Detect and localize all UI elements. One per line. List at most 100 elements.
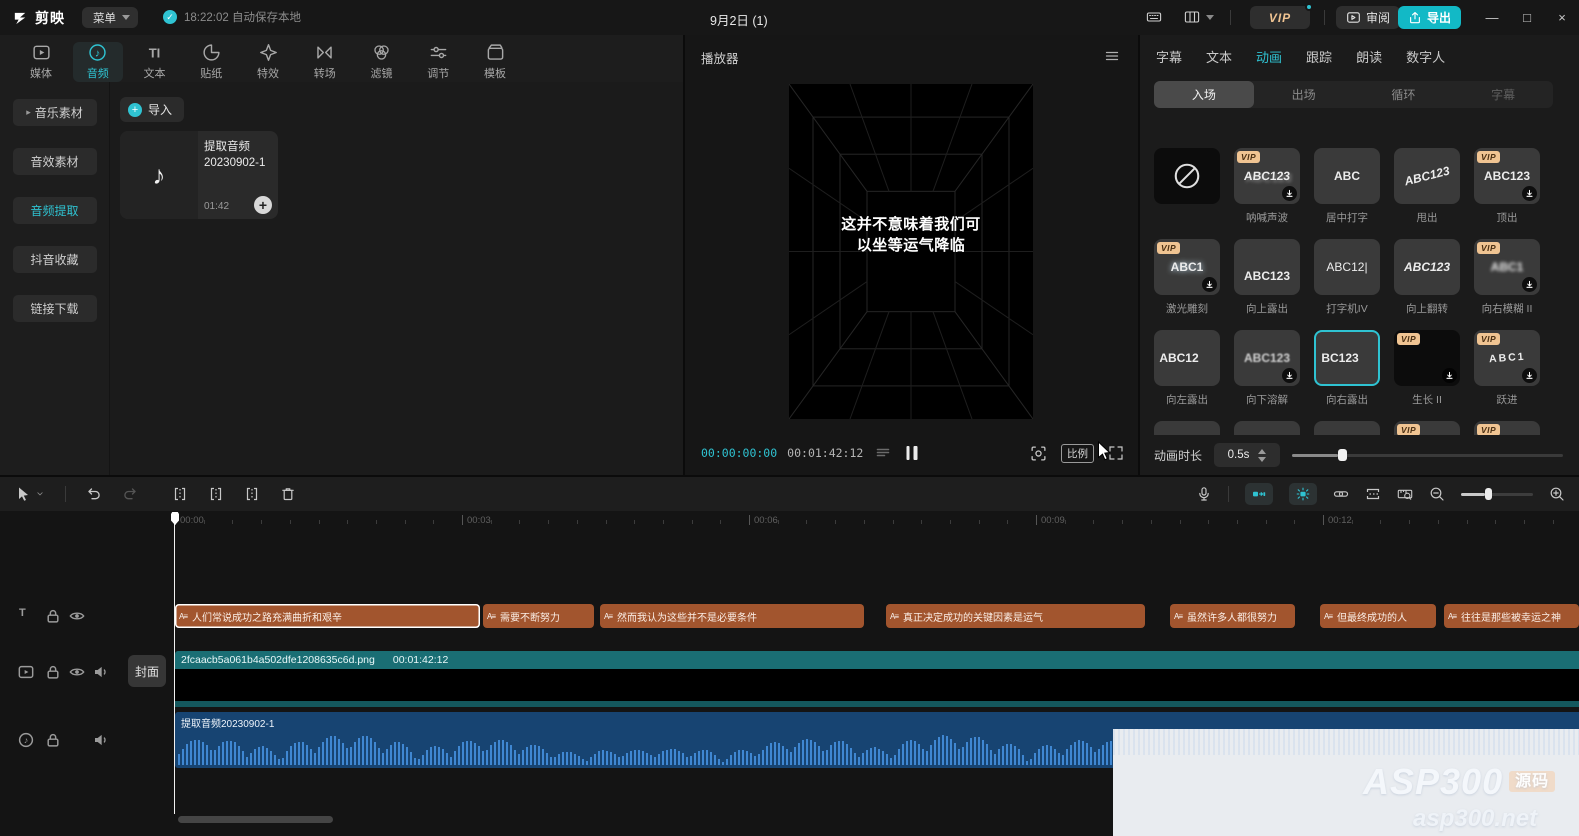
preset-tile[interactable]: ABC1VIP (1474, 239, 1540, 295)
tab-effects[interactable]: 特效 (243, 42, 293, 82)
timeline-zoom-slider[interactable] (1461, 488, 1533, 500)
preset-tile[interactable]: ABC123 (1394, 239, 1460, 295)
lock-icon[interactable] (45, 664, 61, 680)
preset-tile[interactable]: ABC123 (1234, 330, 1300, 386)
preset-tile[interactable]: VIP (1474, 421, 1540, 435)
unlink-clips-button[interactable] (1365, 486, 1381, 502)
layout-switch-button[interactable] (1184, 9, 1214, 25)
tab-animation[interactable]: 动画 (1256, 47, 1282, 66)
preset-tile[interactable]: ABC123 (1234, 239, 1300, 295)
duration-stepper[interactable] (1258, 449, 1266, 462)
split-button[interactable] (172, 486, 188, 502)
undo-button[interactable] (86, 486, 102, 502)
export-button[interactable]: 导出 (1398, 6, 1461, 29)
preset-tile[interactable]: ABC1VIP (1474, 330, 1540, 386)
pause-button[interactable] (906, 446, 917, 460)
preset-tile[interactable]: VIP (1394, 330, 1460, 386)
horizontal-scrollbar[interactable] (178, 816, 333, 823)
tab-text[interactable]: 文本 (1206, 47, 1232, 66)
preset-tile[interactable]: ABC123VIP (1474, 148, 1540, 204)
zoom-out-button[interactable] (1429, 486, 1445, 502)
tab-sticker[interactable]: 贴纸 (186, 42, 236, 82)
tab-audio[interactable]: 音频 (73, 42, 123, 82)
keyboard-shortcuts-icon[interactable] (1146, 9, 1162, 25)
delete-button[interactable] (280, 486, 296, 502)
tab-filters[interactable]: 滤镜 (357, 42, 407, 82)
maximize-button[interactable]: □ (1512, 0, 1542, 35)
preset-tile[interactable] (1154, 148, 1220, 204)
stepper-up-icon[interactable] (1258, 449, 1266, 454)
import-button[interactable]: 导入 (120, 97, 184, 122)
zoom-in-button[interactable] (1549, 486, 1565, 502)
zoom-slider-handle[interactable] (1485, 488, 1492, 500)
eye-icon[interactable] (69, 664, 85, 680)
add-to-timeline-button[interactable]: + (254, 196, 272, 214)
preset-tile[interactable]: ABC1VIP (1154, 239, 1220, 295)
timeline-ruler[interactable]: 00:0000:0300:0600:0900:1200:15 (175, 512, 1579, 532)
ratio-button[interactable]: 比例 (1061, 444, 1094, 463)
preset-tile[interactable] (1234, 421, 1300, 435)
review-button[interactable]: 审阅 (1336, 6, 1400, 29)
audio-asset-card[interactable]: ♪ 提取音频 20230902-1 01:42 + (120, 131, 278, 219)
slider-handle[interactable] (1338, 449, 1347, 461)
sidebar-item-sound-effects[interactable]: 音效素材 (13, 148, 97, 175)
lock-icon[interactable] (45, 732, 61, 748)
lock-icon[interactable] (45, 608, 61, 624)
select-tool-button[interactable] (16, 486, 45, 502)
split-right-button[interactable] (244, 486, 260, 502)
split-left-button[interactable] (208, 486, 224, 502)
preset-tile[interactable]: ABC123 (1394, 148, 1460, 204)
text-clip[interactable]: A≡人们常说成功之路充满曲折和艰辛 (175, 604, 480, 628)
stepper-down-icon[interactable] (1258, 457, 1266, 462)
preset-tile[interactable]: ABC12| (1314, 239, 1380, 295)
text-clip[interactable]: A≡但最终成功的人 (1320, 604, 1436, 628)
duration-value-box[interactable]: 0.5s (1214, 443, 1280, 467)
video-clip[interactable]: 2fcaacb5a061b4a502dfe1208635c6d.png 00:0… (175, 651, 1579, 707)
preset-tile[interactable]: ABC (1314, 148, 1380, 204)
duration-slider[interactable] (1292, 449, 1563, 461)
subtab-loop[interactable]: 循环 (1354, 81, 1454, 108)
timeline-preview-button[interactable] (1397, 486, 1413, 502)
subtab-in[interactable]: 入场 (1154, 81, 1254, 108)
close-button[interactable]: × (1547, 0, 1577, 35)
preset-tile[interactable] (1154, 421, 1220, 435)
player-menu-icon[interactable] (1104, 48, 1120, 64)
preset-tile[interactable]: ABC12 (1154, 330, 1220, 386)
sidebar-item-douyin-favorites[interactable]: 抖音收藏 (13, 246, 97, 273)
tab-caption[interactable]: 字幕 (1156, 47, 1182, 66)
record-voiceover-button[interactable] (1196, 486, 1212, 502)
menu-button[interactable]: 菜单 (82, 7, 138, 28)
sidebar-item-audio-extract[interactable]: 音频提取 (13, 197, 97, 224)
preset-tile[interactable]: ABC123VIP (1234, 148, 1300, 204)
sidebar-item-music-assets[interactable]: ▸音乐素材 (13, 99, 97, 126)
preview-quality-icon[interactable] (1030, 445, 1047, 462)
link-clips-button[interactable] (1333, 486, 1349, 502)
tab-digital-human[interactable]: 数字人 (1406, 47, 1445, 66)
tab-text[interactable]: 文本 (130, 42, 180, 82)
text-clip[interactable]: A≡虽然许多人都很努力 (1170, 604, 1295, 628)
tab-transitions[interactable]: 转场 (300, 42, 350, 82)
text-clip[interactable]: A≡往往是那些被幸运之神 (1444, 604, 1579, 628)
caption-list-icon[interactable] (875, 445, 891, 461)
mute-icon[interactable] (93, 664, 109, 680)
preview-axis-toggle[interactable] (1289, 483, 1317, 505)
mute-icon[interactable] (93, 732, 109, 748)
text-clip[interactable]: A≡真正决定成功的关键因素是运气 (886, 604, 1145, 628)
eye-icon[interactable] (69, 608, 85, 624)
minimize-button[interactable]: — (1477, 0, 1507, 35)
preset-tile[interactable] (1314, 421, 1380, 435)
vip-button[interactable]: VIP (1250, 6, 1310, 29)
text-clip[interactable]: A≡需要不断努力 (483, 604, 594, 628)
redo-button[interactable] (122, 486, 138, 502)
tab-text-to-speech[interactable]: 朗读 (1356, 47, 1382, 66)
preset-tile[interactable]: BC123 (1314, 330, 1380, 386)
sidebar-item-link-download[interactable]: 链接下载 (13, 295, 97, 322)
cover-button[interactable]: 封面 (128, 655, 166, 687)
preset-tile[interactable]: VIP (1394, 421, 1460, 435)
preset-grid-scroll[interactable]: ABC123VIP呐喊声波ABC居中打字ABC123甩出ABC123VIP顶出A… (1140, 121, 1579, 435)
tab-media[interactable]: 媒体 (16, 42, 66, 82)
auto-snap-toggle[interactable] (1245, 483, 1273, 505)
text-clip[interactable]: A≡然而我认为这些并不是必要条件 (600, 604, 864, 628)
subtab-caption[interactable]: 字幕 (1453, 81, 1553, 108)
tab-templates[interactable]: 模板 (470, 42, 520, 82)
